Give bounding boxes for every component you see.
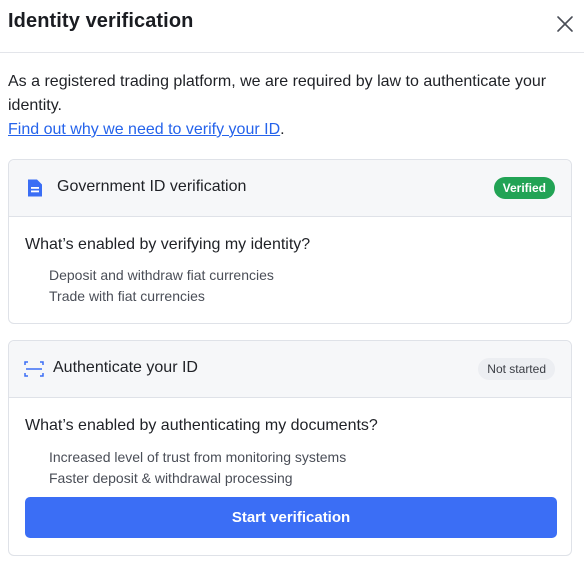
why-verify-link[interactable]: Find out why we need to verify your ID <box>8 121 280 138</box>
authenticate-id-benefits: Increased level of trust from monitoring… <box>49 447 346 489</box>
status-badge-verified: Verified <box>493 177 555 199</box>
list-item: Deposit and withdraw fiat currencies <box>49 267 274 283</box>
authenticate-id-question: What’s enabled by authenticating my docu… <box>25 417 378 434</box>
intro-paragraph: As a registered trading platform, we are… <box>8 70 568 142</box>
authenticate-id-card: Authenticate your ID Not started What’s … <box>8 340 572 556</box>
start-verification-button[interactable]: Start verification <box>25 497 557 538</box>
list-item: Faster deposit & withdrawal processing <box>49 470 293 486</box>
authenticate-id-title: Authenticate your ID <box>53 359 198 376</box>
dialog-title: Identity verification <box>8 10 194 32</box>
scan-icon <box>24 360 44 383</box>
government-id-benefits: Deposit and withdraw fiat currencies Tra… <box>49 265 274 307</box>
intro-trailing: . <box>280 121 285 138</box>
intro-text: As a registered trading platform, we are… <box>8 73 547 114</box>
status-badge-not-started: Not started <box>478 358 555 380</box>
government-id-question: What’s enabled by verifying my identity? <box>25 236 311 253</box>
close-icon <box>557 16 573 32</box>
close-button[interactable] <box>554 13 576 35</box>
government-id-card: Government ID verification Verified What… <box>8 159 572 324</box>
government-id-card-header: Government ID verification Verified <box>9 160 571 217</box>
authenticate-id-card-header: Authenticate your ID Not started <box>9 341 571 398</box>
list-item: Trade with fiat currencies <box>49 288 205 304</box>
government-id-title: Government ID verification <box>57 178 247 195</box>
dialog-header: Identity verification <box>0 0 584 53</box>
list-item: Increased level of trust from monitoring… <box>49 449 347 465</box>
document-icon <box>26 178 44 203</box>
